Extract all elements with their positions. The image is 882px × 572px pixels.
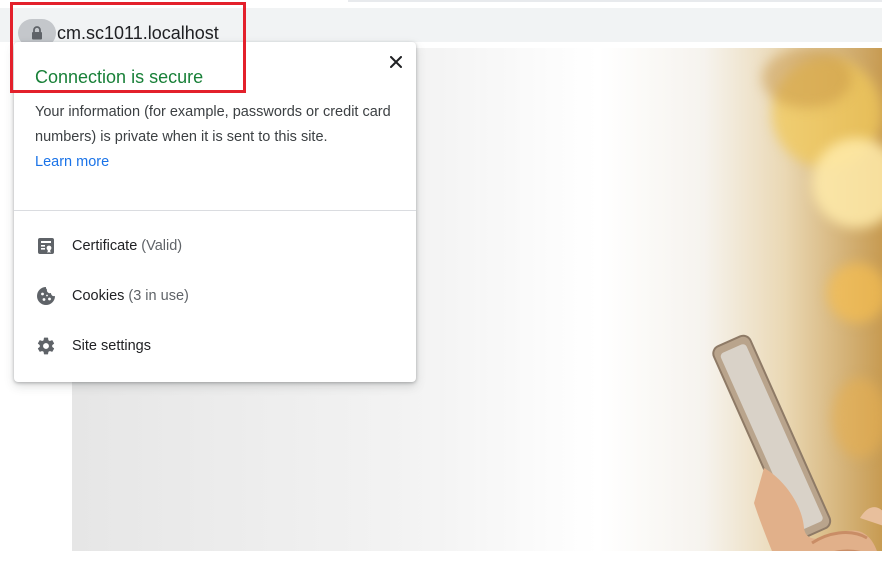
cookies-count: (3 in use)	[128, 288, 189, 304]
close-icon	[390, 56, 402, 68]
certificate-icon	[35, 235, 57, 257]
certificate-item[interactable]: Certificate (Valid)	[14, 226, 416, 266]
certificate-status: (Valid)	[141, 238, 183, 254]
learn-more-link[interactable]: Learn more	[35, 150, 109, 175]
cookies-label: Cookies	[72, 288, 125, 304]
site-info-popup: Connection is secure Your information (f…	[14, 42, 416, 382]
site-settings-label: Site settings	[72, 338, 151, 354]
cookies-item[interactable]: Cookies (3 in use)	[14, 276, 416, 316]
toolbar-edge	[348, 0, 882, 2]
certificate-label: Certificate	[72, 238, 138, 254]
close-button[interactable]	[386, 52, 406, 72]
gear-icon	[35, 335, 57, 357]
divider	[14, 210, 416, 211]
connection-description: Your information (for example, passwords…	[35, 104, 391, 145]
connection-status-title: Connection is secure	[35, 67, 204, 87]
site-settings-item[interactable]: Site settings	[14, 326, 416, 366]
url-text[interactable]: cm.sc1011.localhost	[57, 22, 219, 44]
cookie-icon	[35, 285, 57, 307]
phone-in-hand-image	[712, 334, 882, 551]
address-bar[interactable]: cm.sc1011.localhost	[0, 8, 882, 47]
lock-icon	[32, 26, 42, 40]
